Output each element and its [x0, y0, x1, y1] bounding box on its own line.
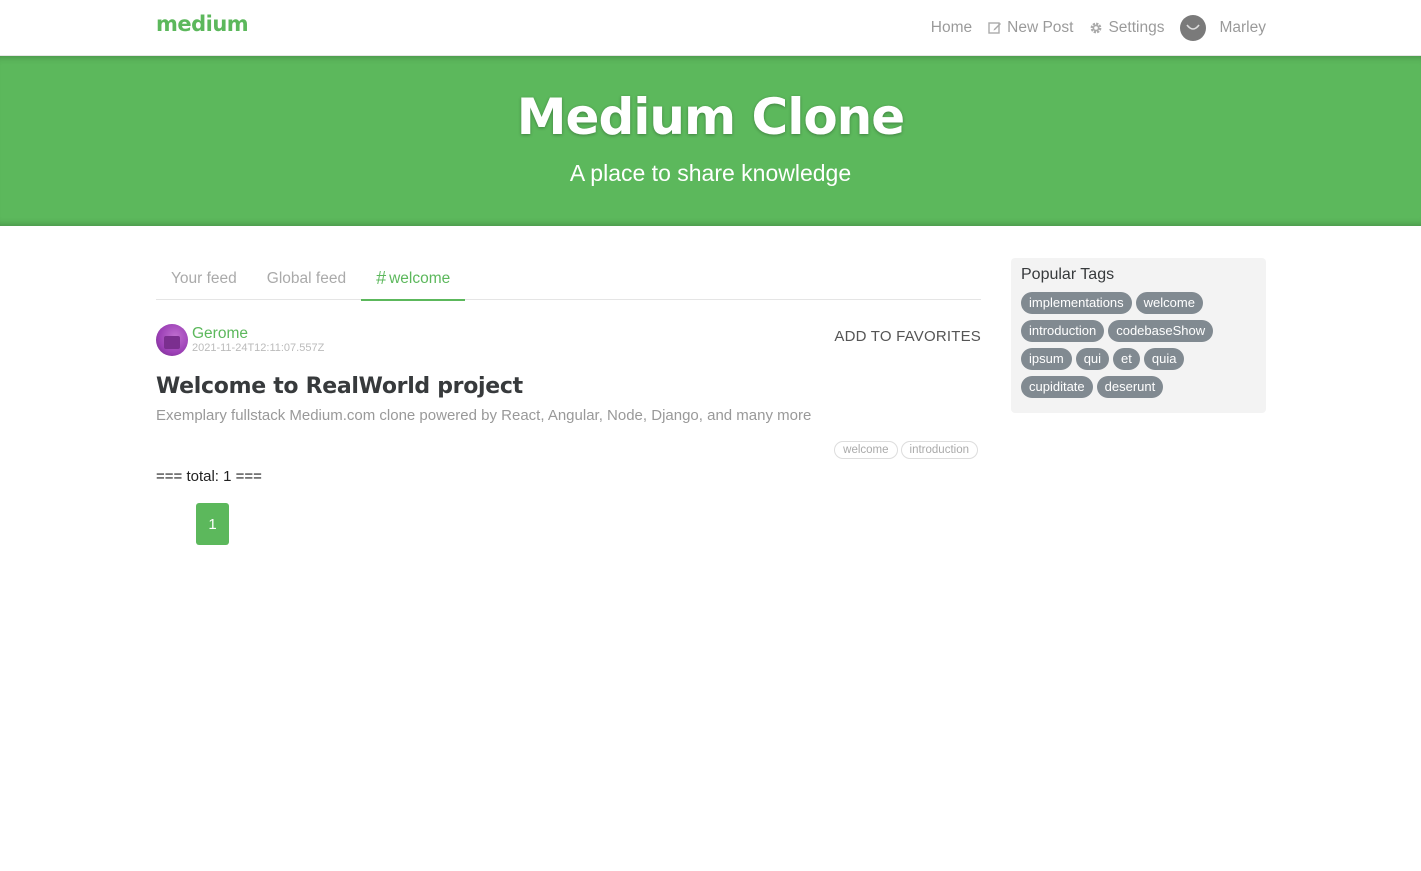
tag-pill-welcome[interactable]: welcome: [1135, 292, 1203, 314]
banner-subtitle: A place to share knowledge: [569, 160, 852, 186]
brand-logo[interactable]: medium: [156, 12, 249, 36]
tag-pill-et[interactable]: et: [1113, 348, 1140, 370]
article-tag-list: welcome introduction: [834, 441, 978, 459]
nav-links: Home New Post Settings Marley: [931, 0, 1266, 56]
nav-home-link[interactable]: Home: [931, 19, 972, 37]
tab-tag-label: welcome: [389, 269, 451, 287]
author-info: Gerome 2021-11-24T12:11:07.557Z: [192, 326, 324, 355]
article-description: Exemplary fullstack Medium.com clone pow…: [156, 407, 812, 424]
hash-icon: #: [376, 268, 387, 288]
nav-settings-label: Settings: [1108, 19, 1165, 36]
sidebar-title: Popular Tags: [1021, 266, 1115, 283]
author-avatar[interactable]: [156, 324, 188, 356]
pagination: 1: [156, 503, 981, 545]
tag-pill-ipsum[interactable]: ipsum: [1021, 348, 1072, 370]
nav-settings-link[interactable]: Settings: [1089, 19, 1164, 37]
nav-new-post-label: New Post: [1007, 19, 1074, 36]
tag-pill-codebaseshow[interactable]: codebaseShow: [1108, 320, 1214, 342]
user-avatar: [1180, 15, 1207, 41]
article-date: 2021-11-24T12:11:07.557Z: [192, 342, 325, 355]
article-title[interactable]: Welcome to RealWorld project: [156, 374, 981, 399]
nav-new-post-link[interactable]: New Post: [988, 19, 1073, 37]
banner-title: Medium Clone: [516, 88, 905, 146]
tab-your-feed[interactable]: Your feed: [156, 258, 252, 300]
popular-tags-sidebar: Popular Tags implementations welcome int…: [1011, 258, 1266, 413]
total-count: === total: 1 ===: [156, 468, 262, 485]
article-tag[interactable]: introduction: [900, 441, 978, 459]
article-tag[interactable]: welcome: [834, 441, 898, 459]
tag-pill-qui[interactable]: qui: [1075, 348, 1110, 370]
tag-list: implementations welcome introduction cod…: [1021, 292, 1256, 398]
page-button-1[interactable]: 1: [196, 503, 229, 545]
tag-pill-deserunt[interactable]: deserunt: [1096, 376, 1164, 398]
tag-pill-introduction[interactable]: introduction: [1021, 320, 1105, 342]
hero-banner: Medium Clone A place to share knowledge: [0, 56, 1421, 226]
navbar: medium Home New Post Settings Marley: [0, 0, 1421, 56]
tab-global-feed[interactable]: Global feed: [252, 258, 361, 300]
nav-home-label: Home: [930, 19, 973, 36]
author-name[interactable]: Gerome: [192, 326, 324, 342]
article-preview: Gerome 2021-11-24T12:11:07.557Z ADD TO F…: [156, 300, 981, 468]
compose-icon: [988, 21, 1002, 35]
nav-profile-link[interactable]: Marley: [1180, 15, 1266, 41]
tab-tag-welcome[interactable]: # welcome: [361, 258, 466, 301]
tag-pill-quia[interactable]: quia: [1143, 348, 1185, 370]
feed-column: Your feed Global feed # welcome Gerome 2…: [156, 258, 981, 545]
tag-pill-cupiditate[interactable]: cupiditate: [1021, 376, 1093, 398]
tag-pill-implementations[interactable]: implementations: [1021, 292, 1132, 314]
feed-tabs: Your feed Global feed # welcome: [156, 258, 981, 301]
add-to-favorites-button[interactable]: ADD TO FAVORITES: [834, 328, 981, 345]
gear-icon: [1089, 21, 1103, 35]
nav-username: Marley: [1219, 19, 1266, 36]
